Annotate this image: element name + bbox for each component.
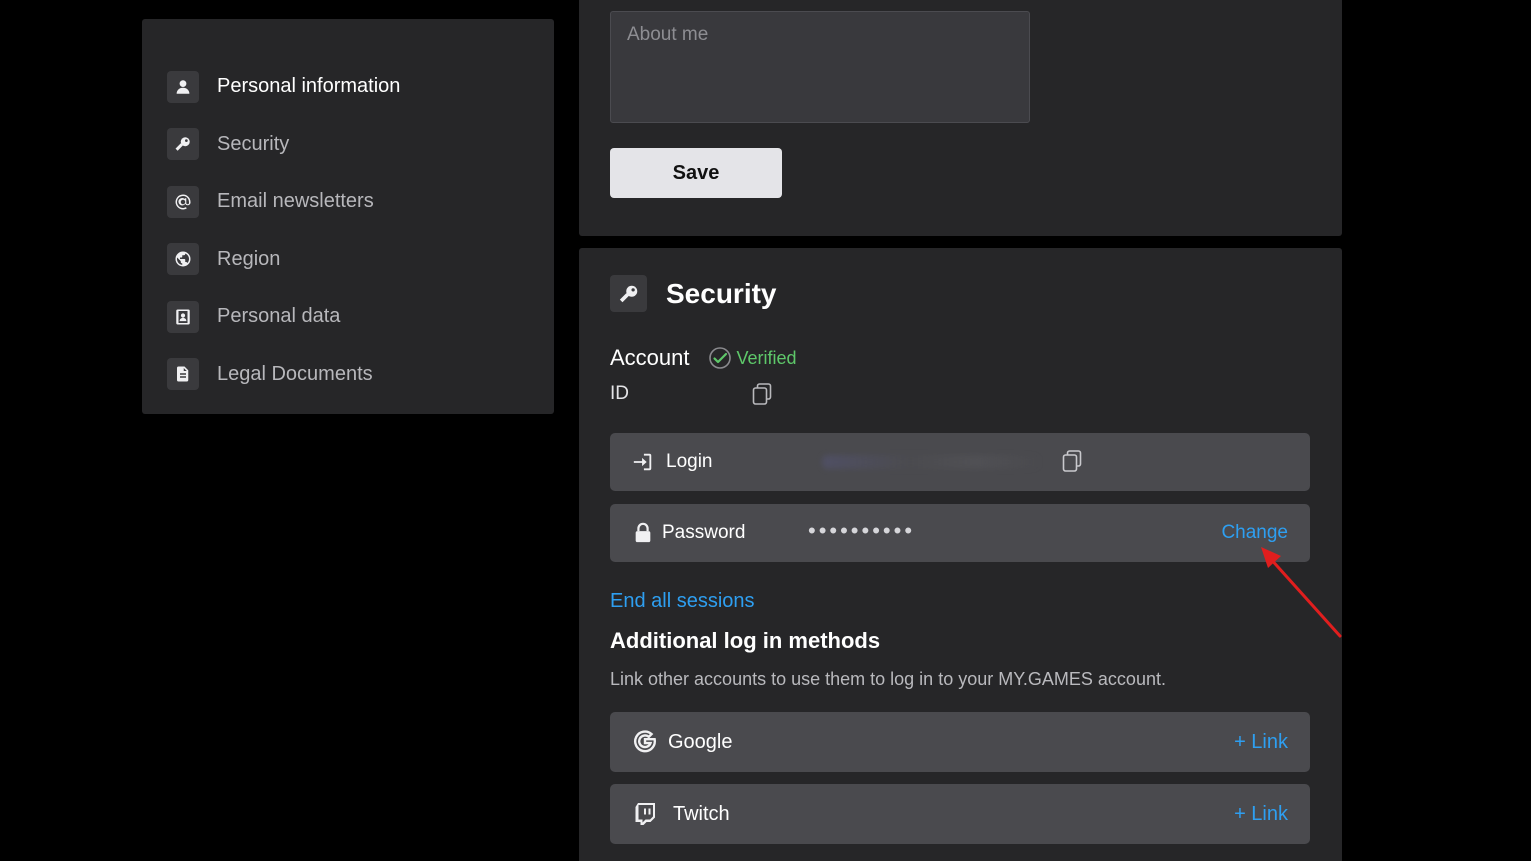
at-icon bbox=[167, 185, 199, 218]
google-icon bbox=[634, 730, 657, 753]
account-label: Account bbox=[610, 345, 690, 370]
id-label: ID bbox=[610, 383, 629, 404]
password-masked-value: •••••••••• bbox=[808, 518, 916, 543]
document-icon bbox=[167, 358, 199, 391]
link-twitch-button[interactable]: + Link bbox=[1234, 803, 1288, 826]
key-icon bbox=[167, 128, 199, 161]
password-label: Password bbox=[662, 522, 746, 543]
sidebar-item-personal-data[interactable]: Personal data bbox=[142, 288, 554, 346]
login-label: Login bbox=[666, 451, 713, 472]
change-password-link[interactable]: Change bbox=[1221, 522, 1288, 544]
sidebar-item-personal-information[interactable]: Personal information bbox=[142, 58, 554, 116]
password-row: Password •••••••••• Change bbox=[610, 504, 1310, 562]
additional-login-title: Additional log in methods bbox=[610, 628, 881, 653]
sidebar-item-email-newsletters[interactable]: Email newsletters bbox=[142, 173, 554, 231]
id-card-icon bbox=[167, 300, 199, 333]
verified-badge: Verified bbox=[736, 347, 797, 368]
sidebar-item-security[interactable]: Security bbox=[142, 116, 554, 174]
account-id-row: ID bbox=[610, 383, 810, 407]
security-title: Security bbox=[666, 277, 777, 309]
sidebar-item-label: Legal Documents bbox=[217, 362, 373, 385]
twitch-label: Twitch bbox=[673, 803, 730, 825]
twitch-icon bbox=[635, 803, 655, 825]
additional-login-description: Link other accounts to use them to log i… bbox=[610, 669, 1166, 689]
globe-icon bbox=[167, 243, 199, 276]
copy-icon[interactable] bbox=[1062, 450, 1082, 472]
settings-sidebar: Personal information Security Email news… bbox=[142, 19, 554, 414]
end-all-sessions-link[interactable]: End all sessions bbox=[610, 590, 755, 613]
check-circle-icon bbox=[708, 347, 731, 369]
sidebar-item-label: Personal data bbox=[217, 305, 341, 328]
sidebar-item-label: Email newsletters bbox=[217, 190, 374, 213]
google-label: Google bbox=[668, 731, 733, 753]
sidebar-item-region[interactable]: Region bbox=[142, 231, 554, 289]
save-button[interactable]: Save bbox=[610, 148, 782, 198]
sidebar-item-label: Security bbox=[217, 132, 290, 155]
sign-in-icon bbox=[633, 453, 652, 471]
security-panel: Security Account Verified ID Login Passw… bbox=[579, 248, 1342, 861]
google-login-row: Google + Link bbox=[610, 712, 1310, 772]
sidebar-item-label: Region bbox=[217, 247, 281, 270]
sidebar-item-legal-documents[interactable]: Legal Documents bbox=[142, 346, 554, 404]
twitch-login-row: Twitch + Link bbox=[610, 784, 1310, 844]
key-icon bbox=[610, 275, 647, 312]
copy-icon[interactable] bbox=[752, 383, 772, 405]
login-row: Login bbox=[610, 433, 1310, 491]
link-google-button[interactable]: + Link bbox=[1234, 731, 1288, 754]
security-header: Security bbox=[610, 275, 777, 312]
lock-icon bbox=[635, 522, 651, 543]
account-status: Account Verified bbox=[610, 345, 797, 371]
user-icon bbox=[167, 70, 199, 103]
sidebar-item-label: Personal information bbox=[217, 75, 401, 98]
profile-panel: Save bbox=[579, 0, 1342, 236]
login-value-redacted bbox=[822, 455, 1042, 469]
about-me-input[interactable] bbox=[610, 11, 1030, 123]
